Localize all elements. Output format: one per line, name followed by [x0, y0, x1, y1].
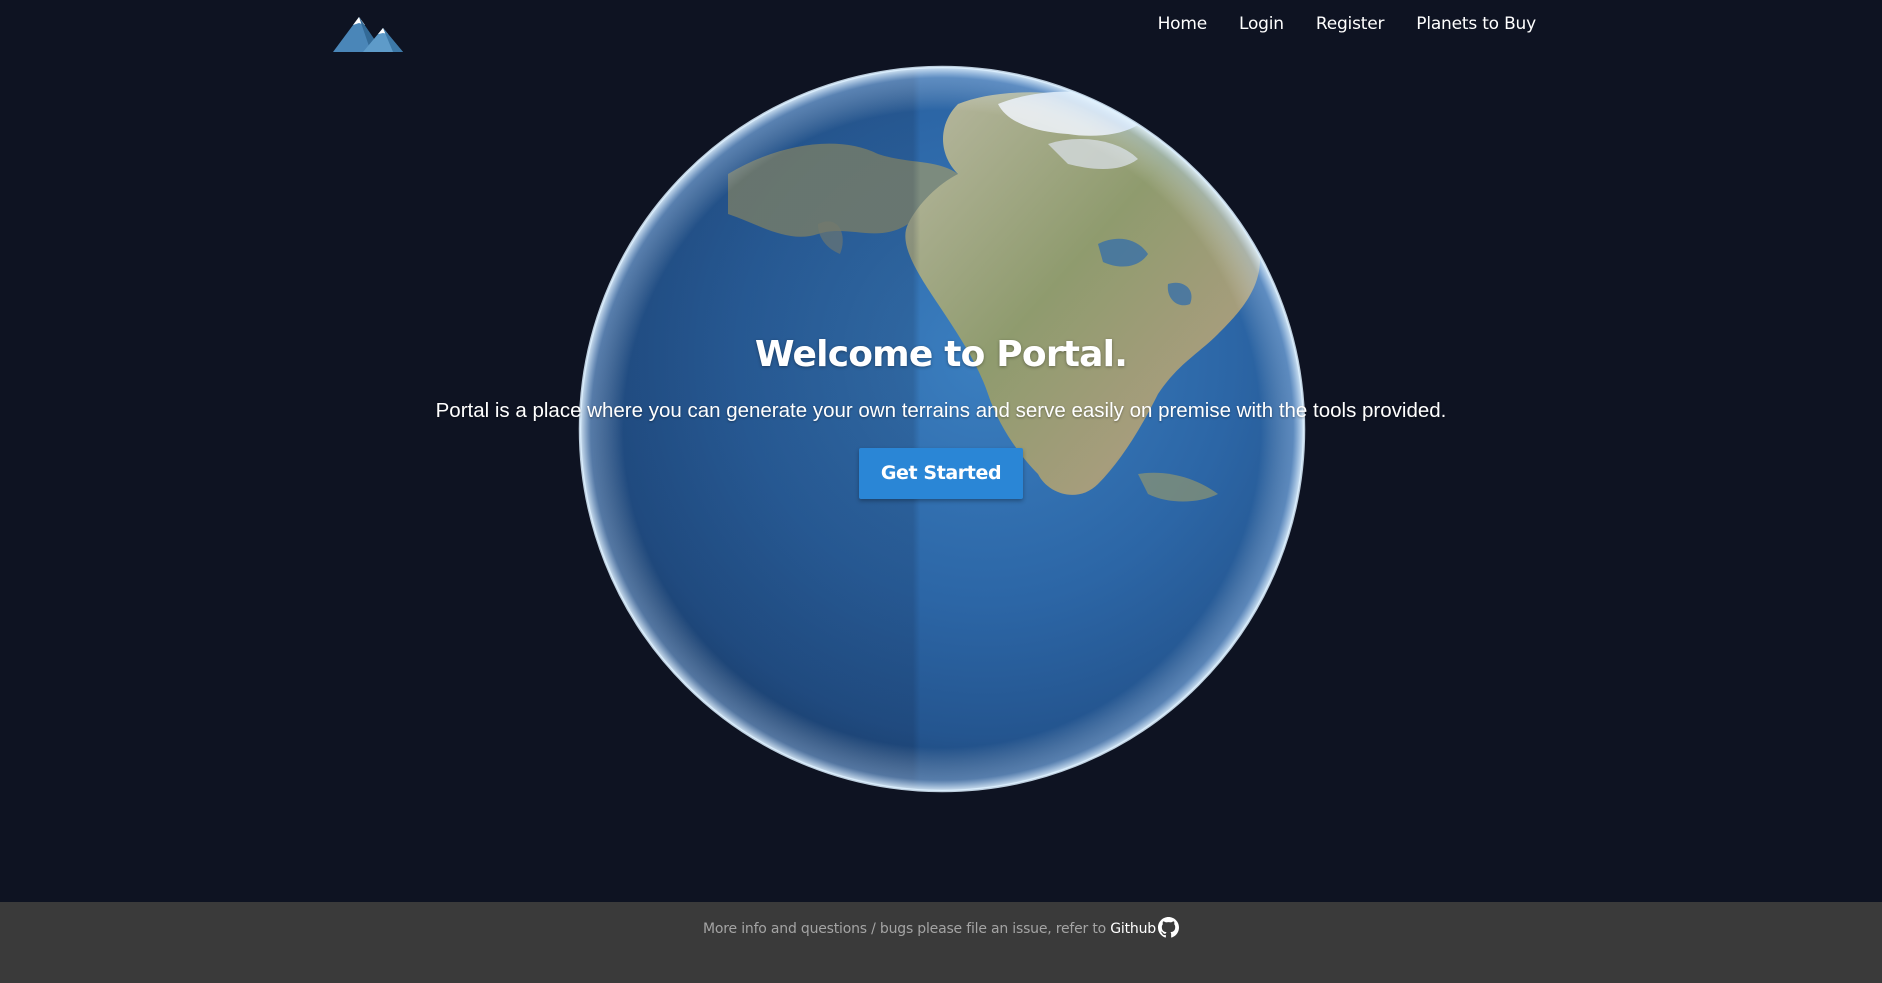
github-link-label[interactable]: Github: [1110, 921, 1156, 937]
mountain-logo-icon[interactable]: [333, 14, 403, 54]
hero-section: Welcome to Portal. Portal is a place whe…: [0, 334, 1882, 499]
page-title: Welcome to Portal.: [754, 334, 1128, 375]
footer-text-line: More info and questions / bugs please fi…: [0, 917, 1882, 938]
get-started-button[interactable]: Get Started: [859, 448, 1023, 499]
page: Home Login Register Planets to Buy Welco…: [0, 0, 1882, 983]
nav-planets-link[interactable]: Planets to Buy: [1416, 12, 1536, 36]
hero-subtitle: Portal is a place where you can generate…: [435, 399, 1447, 422]
nav-login-link[interactable]: Login: [1239, 12, 1284, 36]
nav-register-link[interactable]: Register: [1316, 12, 1385, 36]
github-icon[interactable]: [1157, 917, 1179, 938]
nav-home-link[interactable]: Home: [1158, 12, 1208, 36]
github-link[interactable]: Github: [1110, 917, 1179, 938]
header: Home Login Register Planets to Buy: [0, 0, 1882, 60]
footer: More info and questions / bugs please fi…: [0, 902, 1882, 983]
main-nav: Home Login Register Planets to Buy: [1158, 12, 1537, 36]
footer-text: More info and questions / bugs please fi…: [703, 921, 1111, 937]
